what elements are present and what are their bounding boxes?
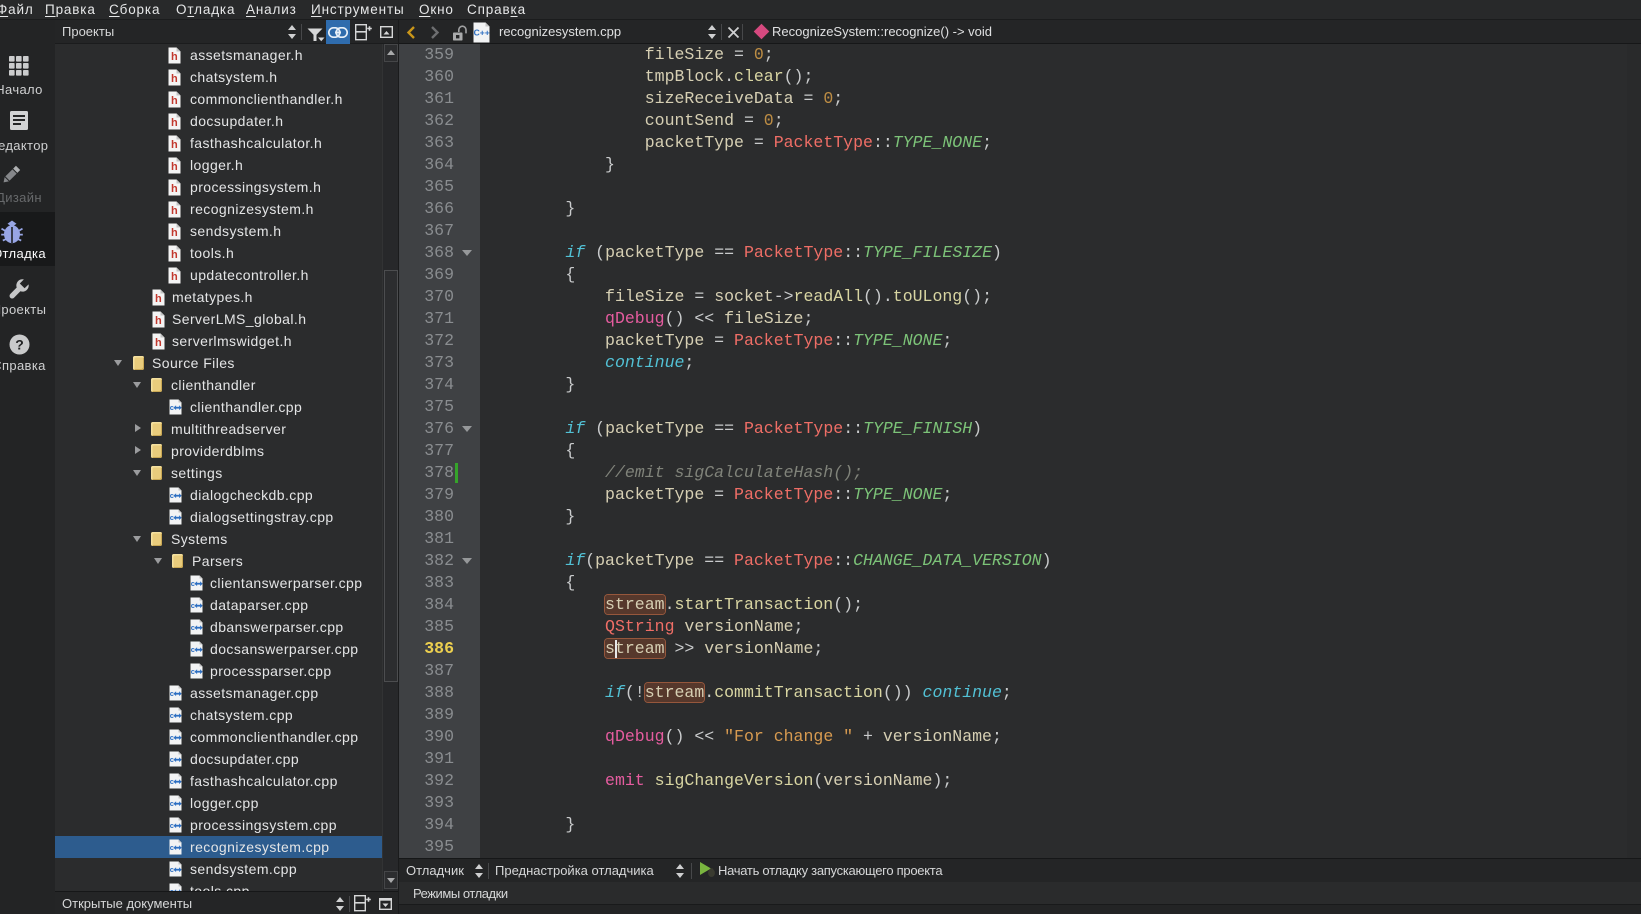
svg-text:h: h — [171, 51, 178, 63]
svg-text:h: h — [171, 249, 178, 261]
svg-text:c: c — [170, 403, 175, 412]
svg-text:h: h — [171, 95, 178, 107]
svg-text:c: c — [170, 513, 175, 522]
svg-text:c: c — [170, 755, 175, 764]
svg-text:c: c — [191, 667, 196, 676]
svg-text:c: c — [170, 821, 175, 830]
svg-text:C++: C++ — [474, 28, 490, 38]
svg-text:h: h — [155, 315, 162, 327]
svg-text:h: h — [155, 337, 162, 349]
svg-text:c: c — [191, 601, 196, 610]
svg-text:h: h — [171, 183, 178, 195]
svg-text:c: c — [170, 799, 175, 808]
svg-text:h: h — [171, 73, 178, 85]
svg-text:c: c — [170, 843, 175, 852]
svg-text:h: h — [155, 293, 162, 305]
svg-text:h: h — [171, 227, 178, 239]
svg-text:c: c — [191, 579, 196, 588]
svg-text:h: h — [171, 139, 178, 151]
svg-text:h: h — [171, 205, 178, 217]
svg-text:c: c — [170, 777, 175, 786]
svg-text:c: c — [191, 623, 196, 632]
svg-text:c: c — [170, 491, 175, 500]
svg-text:c: c — [170, 733, 175, 742]
svg-text:?: ? — [15, 337, 24, 353]
svg-text:h: h — [171, 161, 178, 173]
svg-text:c: c — [191, 645, 196, 654]
svg-text:c: c — [170, 865, 175, 874]
svg-text:c: c — [170, 711, 175, 720]
svg-text:c: c — [170, 689, 175, 698]
svg-text:h: h — [171, 117, 178, 129]
svg-text:h: h — [171, 271, 178, 283]
